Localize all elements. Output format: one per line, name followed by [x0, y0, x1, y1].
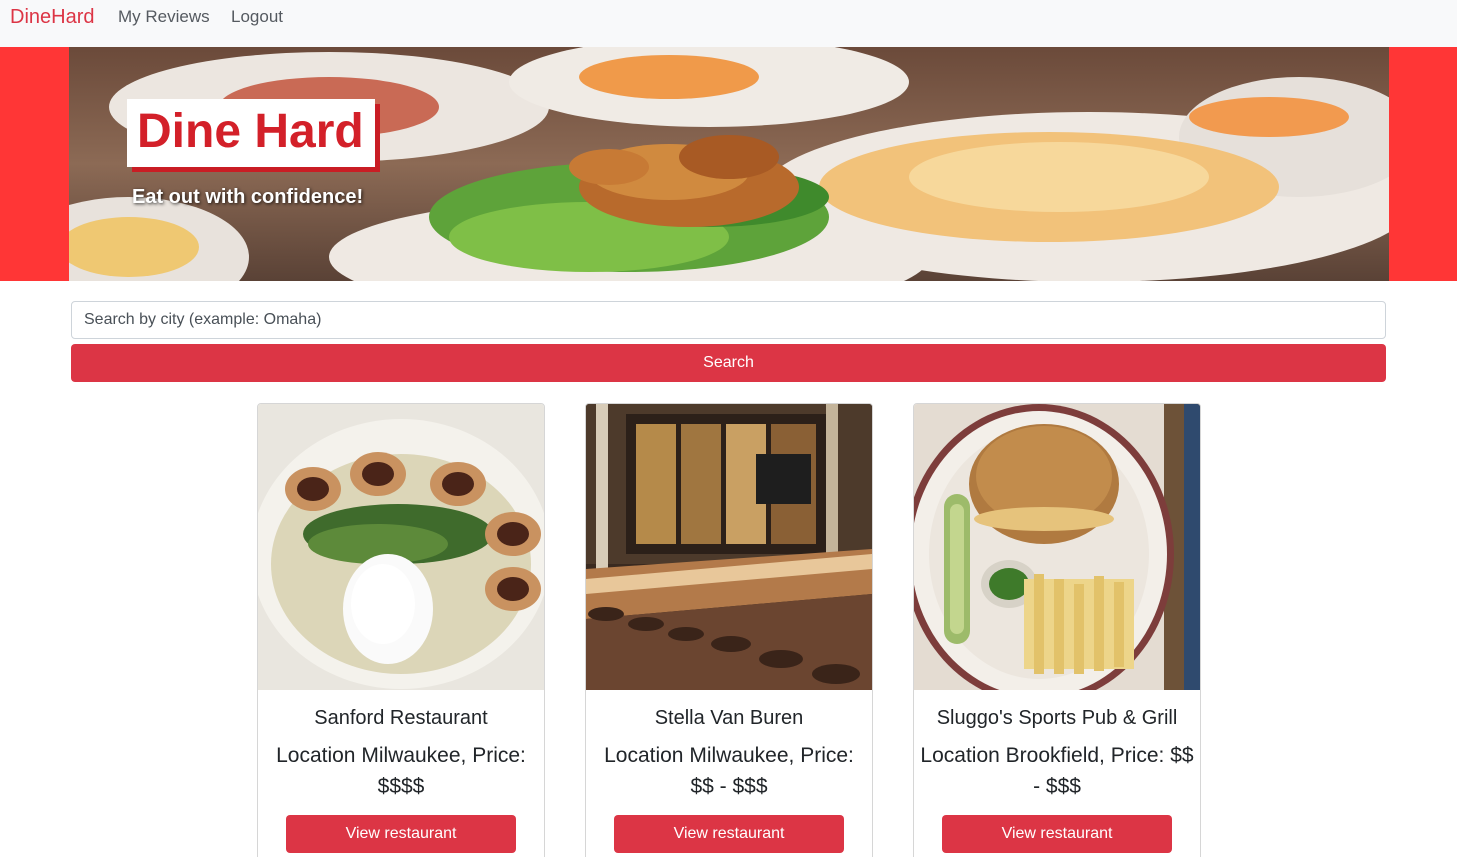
- hero-title: Dine Hard: [137, 105, 364, 158]
- brand-link[interactable]: DineHard: [10, 6, 94, 29]
- city-search-input[interactable]: [71, 301, 1386, 339]
- restaurant-name: Sluggo's Sports Pub & Grill: [936, 707, 1178, 729]
- restaurant-name: Sanford Restaurant: [314, 707, 488, 729]
- restaurant-details: Location Milwaukee, Price: $$$$: [276, 744, 526, 798]
- restaurant-card: Sanford Restaurant Location Milwaukee, P…: [257, 403, 545, 857]
- restaurant-image: [258, 404, 544, 690]
- restaurant-name: Stella Van Buren: [654, 707, 804, 729]
- navbar: DineHard My Reviews Logout: [0, 0, 1457, 47]
- restaurant-image: [914, 404, 1200, 690]
- restaurant-details: Location Brookfield, Price: $$ - $$$: [920, 744, 1194, 798]
- nav-logout-link[interactable]: Logout: [231, 7, 283, 27]
- nav-my-reviews-link[interactable]: My Reviews: [118, 7, 210, 27]
- restaurant-details: Location Milwaukee, Price: $$ - $$$: [604, 744, 854, 798]
- search-button[interactable]: Search: [71, 344, 1386, 382]
- view-restaurant-button[interactable]: View restaurant: [286, 815, 516, 853]
- view-restaurant-button[interactable]: View restaurant: [614, 815, 844, 853]
- restaurant-image: [586, 404, 872, 690]
- restaurant-card: Stella Van Buren Location Milwaukee, Pri…: [585, 403, 873, 857]
- restaurant-card: Sluggo's Sports Pub & Grill Location Bro…: [913, 403, 1201, 857]
- hero-subtitle: Eat out with confidence!: [132, 186, 364, 208]
- view-restaurant-button[interactable]: View restaurant: [942, 815, 1172, 853]
